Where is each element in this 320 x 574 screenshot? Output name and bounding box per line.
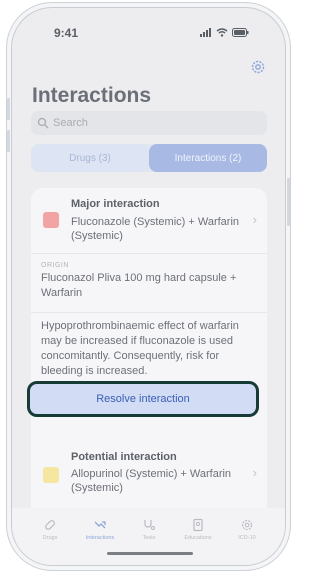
status-time: 9:41: [54, 26, 79, 40]
stethoscope-icon: [144, 520, 155, 530]
tabbar-item-tests[interactable]: Tests: [129, 518, 169, 541]
chevron-right-icon: ›: [252, 212, 257, 227]
interaction-drugs: Fluconazole (Systemic) + Warfarin (Syste…: [71, 216, 240, 242]
home-indicator: [107, 552, 193, 555]
tabbar-label: Educations: [184, 535, 212, 541]
tabbar-item-educations[interactable]: Educations: [178, 518, 218, 541]
interaction-drugs: Allopurinol (Systemic) + Warfarin (Syste…: [71, 468, 232, 494]
tabbar-item-drugs[interactable]: Drugs: [30, 518, 70, 541]
tabbar-item-icd10[interactable]: ICD-10: [227, 518, 267, 541]
divider: [31, 312, 267, 313]
severity-title: Potential interaction: [71, 451, 177, 463]
interaction-effect: Hypoprothrombinaemic effect of warfarin …: [41, 320, 239, 377]
severity-indicator: [43, 467, 59, 483]
tab-interactions[interactable]: Interactions (2): [149, 144, 267, 172]
tabbar-label: Tests: [142, 535, 156, 541]
phone-frame: 9:41 Interactions Search Drugs (3) Inter…: [12, 8, 285, 565]
origin-text: Fluconazol Pliva 100 mg hard capsule + W…: [41, 272, 237, 299]
signal-icon: [200, 28, 211, 37]
search-input[interactable]: Search: [31, 111, 267, 135]
severity-indicator: [43, 212, 59, 228]
wifi-icon: [216, 28, 228, 37]
status-icons: [200, 28, 249, 37]
pill-icon: [45, 520, 55, 530]
segment-control: Drugs (3) Interactions (2): [31, 144, 267, 172]
settings-gear-icon[interactable]: [249, 58, 267, 81]
interactions-icon: [94, 521, 106, 529]
education-icon: [193, 518, 203, 532]
search-placeholder: Search: [53, 117, 88, 129]
battery-icon: [232, 28, 249, 37]
tabbar-label: Interactions: [85, 535, 115, 541]
search-icon: [37, 117, 49, 129]
phone-side-button: [287, 178, 290, 226]
page-title: Interactions: [32, 84, 152, 107]
tabbar-label: ICD-10: [238, 535, 256, 541]
status-bar: 9:41: [12, 8, 285, 52]
chevron-right-icon: ›: [252, 465, 257, 480]
resolve-interaction-button[interactable]: Resolve interaction: [27, 381, 259, 417]
tabbar-label: Drugs: [42, 535, 58, 541]
icd-icon: [241, 519, 253, 531]
bottom-tab-bar: Drugs Interactions Tests Educations ICD-…: [12, 508, 285, 565]
resolve-interaction-label: Resolve interaction: [96, 393, 190, 405]
phone-side-button: [7, 130, 10, 152]
origin-label: ORIGIN: [41, 262, 69, 269]
tab-drugs[interactable]: Drugs (3): [31, 144, 149, 172]
divider: [31, 253, 267, 254]
tabbar-item-interactions[interactable]: Interactions: [80, 518, 120, 541]
phone-side-button: [7, 98, 10, 120]
severity-title: Major interaction: [71, 198, 160, 210]
